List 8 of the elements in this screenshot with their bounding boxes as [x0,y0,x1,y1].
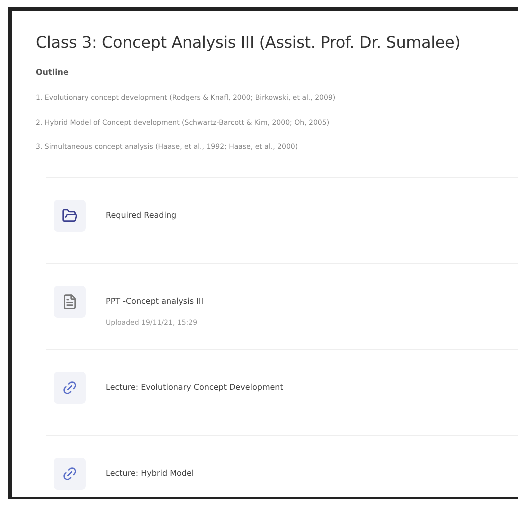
page-title: Class 3: Concept Analysis III (Assist. Prof. Dr. Sumalee) [36,33,461,53]
outline-heading: Outline [36,67,70,79]
folder-icon [62,208,78,224]
activity-link[interactable]: Lecture: Evolutionary Concept Development [106,382,284,394]
activity-link[interactable]: Required Reading [106,210,177,222]
activity-link[interactable]: Lecture: Hybrid Model [106,468,194,480]
activity-link[interactable]: PPT -Concept analysis III [106,296,204,308]
document-icon [62,294,78,310]
